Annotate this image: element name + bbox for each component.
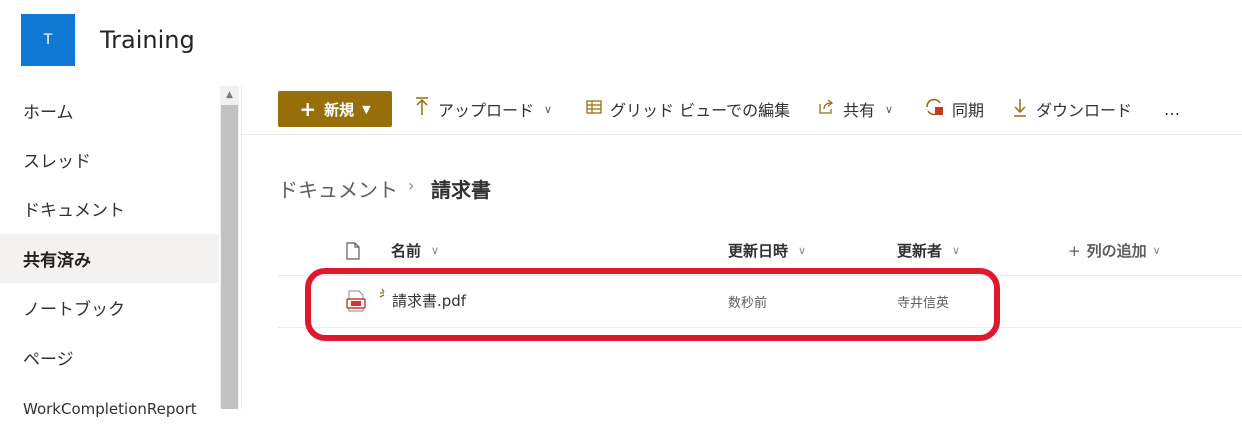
file-type-header-icon[interactable] bbox=[346, 242, 360, 264]
sync-label: 同期 bbox=[952, 101, 985, 120]
plus-icon: + bbox=[1068, 241, 1081, 260]
site-title[interactable]: Training bbox=[100, 24, 195, 56]
highlight-annotation bbox=[305, 268, 1000, 341]
scrollbar-thumb[interactable] bbox=[221, 105, 238, 409]
share-label: 共有 bbox=[843, 101, 876, 120]
sidebar-scrollbar[interactable]: ▲ bbox=[220, 86, 239, 409]
chevron-down-icon: ∨ bbox=[952, 244, 961, 257]
chevron-down-icon: ∨ bbox=[1152, 244, 1161, 257]
upload-label: アップロード bbox=[438, 101, 535, 120]
add-column-button[interactable]: + 列の追加 ∨ bbox=[1068, 240, 1161, 261]
sidebar-item-threads[interactable]: スレッド bbox=[0, 135, 219, 184]
scroll-up-arrow-icon[interactable]: ▲ bbox=[220, 86, 239, 104]
chevron-down-icon: ▼ bbox=[362, 102, 371, 116]
new-button-label: 新規 bbox=[324, 100, 355, 119]
column-header-modified-by[interactable]: 更新者 ∨ bbox=[897, 240, 960, 261]
sidebar-item-documents[interactable]: ドキュメント bbox=[0, 184, 219, 233]
sidebar-item-home[interactable]: ホーム bbox=[0, 86, 219, 135]
sidebar-item-label: スレッド bbox=[23, 152, 91, 172]
chevron-down-icon: ∨ bbox=[798, 244, 807, 257]
plus-icon: + bbox=[299, 97, 317, 121]
sidebar-item-pages[interactable]: ページ bbox=[0, 333, 219, 382]
grid-icon bbox=[586, 99, 602, 119]
sync-icon bbox=[924, 98, 944, 120]
new-button[interactable]: + 新規 ▼ bbox=[278, 91, 392, 127]
chevron-down-icon: ∨ bbox=[431, 244, 440, 257]
add-column-label: 列の追加 bbox=[1086, 242, 1147, 260]
column-header-label: 更新日時 bbox=[728, 242, 789, 260]
site-logo[interactable]: T bbox=[21, 14, 75, 66]
sidebar-nav: ホーム スレッド ドキュメント 共有済み ノートブック ページ WorkComp… bbox=[0, 86, 219, 418]
upload-button[interactable]: アップロード ∨ bbox=[414, 91, 552, 127]
share-icon bbox=[818, 99, 835, 119]
upload-icon bbox=[414, 97, 430, 121]
chevron-down-icon: ∨ bbox=[885, 102, 894, 116]
grid-view-edit-button[interactable]: グリッド ビューでの編集 bbox=[586, 91, 790, 127]
column-header-label: 更新者 bbox=[897, 242, 943, 260]
more-icon: … bbox=[1164, 99, 1180, 119]
download-button[interactable]: ダウンロード bbox=[1012, 91, 1132, 127]
breadcrumb-documents[interactable]: ドキュメント bbox=[278, 174, 398, 203]
sidebar-item-label: 共有済み bbox=[23, 251, 91, 271]
sync-button[interactable]: 同期 bbox=[924, 91, 984, 127]
sidebar-item-notebook[interactable]: ノートブック bbox=[0, 283, 219, 332]
share-button[interactable]: 共有 ∨ bbox=[818, 91, 893, 127]
chevron-down-icon: ∨ bbox=[544, 102, 553, 116]
breadcrumb-separator-icon: › bbox=[408, 176, 415, 195]
column-header-label: 名前 bbox=[391, 242, 422, 260]
sidebar-item-label: ページ bbox=[23, 350, 74, 370]
site-logo-letter: T bbox=[43, 32, 53, 48]
download-label: ダウンロード bbox=[1036, 101, 1133, 120]
sidebar-item-shared[interactable]: 共有済み bbox=[0, 234, 219, 283]
column-header-name[interactable]: 名前 ∨ bbox=[391, 240, 439, 261]
column-header-modified[interactable]: 更新日時 ∨ bbox=[728, 240, 806, 261]
sidebar-item-label: ノートブック bbox=[23, 300, 125, 320]
sidebar-item-label: ドキュメント bbox=[23, 201, 125, 221]
commandbar-divider bbox=[242, 134, 1242, 135]
breadcrumb-current-folder: 請求書 bbox=[431, 178, 491, 202]
more-options-button[interactable]: … bbox=[1164, 91, 1180, 127]
sidebar-item-label: ホーム bbox=[23, 103, 74, 123]
grid-view-edit-label: グリッド ビューでの編集 bbox=[610, 101, 791, 120]
download-icon bbox=[1012, 97, 1028, 121]
